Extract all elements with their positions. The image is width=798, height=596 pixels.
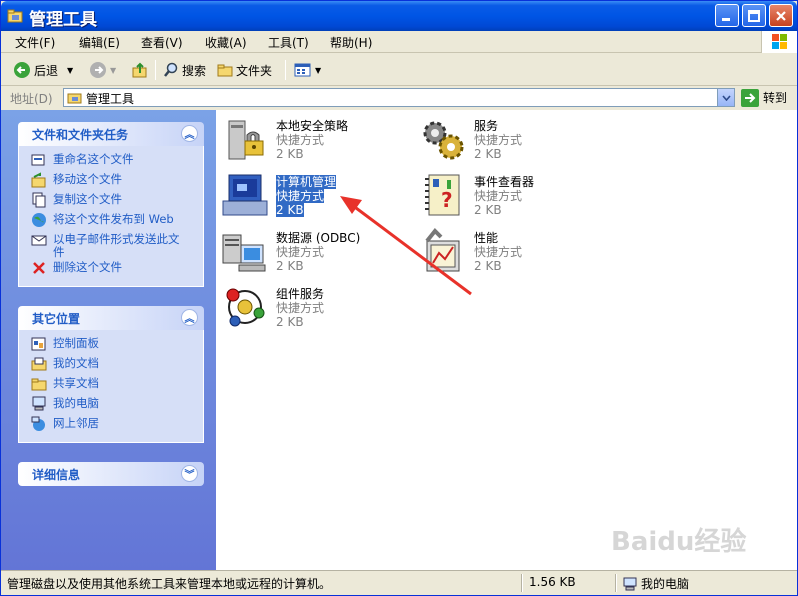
window-title: 管理工具: [29, 10, 97, 30]
my-computer-icon: [32, 396, 46, 411]
search-label: 搜索: [182, 63, 207, 78]
task-publish-web[interactable]: 将这个文件发布到 Web: [19, 212, 203, 232]
address-bar: 地址(D) 管理工具 转到: [1, 87, 797, 109]
folder-tools-icon: [67, 93, 82, 104]
folders-label: 文件夹: [236, 63, 273, 78]
status-zone: 我的电脑: [623, 575, 689, 592]
views-grid-icon: [294, 63, 311, 77]
other-places-title: 其它位置: [32, 312, 81, 326]
address-value: 管理工具: [86, 92, 135, 106]
folder-tools-icon: [7, 9, 23, 23]
status-description: 管理磁盘以及使用其他系统工具来管理本地或远程的计算机。: [7, 577, 332, 591]
status-bar: 管理磁盘以及使用其他系统工具来管理本地或远程的计算机。 1.56 KB 我的电脑: [1, 570, 797, 595]
toolbar: 后退 ▼ ▼ 搜索 文件夹 ▼: [1, 54, 797, 86]
search-icon: [164, 62, 178, 77]
up-folder-button[interactable]: [131, 59, 149, 81]
chevron-down-icon: [721, 94, 731, 101]
place-network[interactable]: 网上邻居: [19, 416, 203, 436]
go-arrow-icon: [741, 88, 759, 107]
copy-icon: [32, 192, 46, 208]
file-list-view[interactable]: 本地安全策略 快捷方式 2 KB 服务 快捷方式 2 KB 计算机管理 快捷方式…: [216, 110, 797, 570]
toolbar-separator: [285, 60, 286, 80]
title-bar[interactable]: 管理工具: [1, 1, 797, 31]
my-computer-icon: [623, 577, 637, 590]
menu-help[interactable]: 帮助(H): [330, 34, 372, 51]
place-shared-documents[interactable]: 共享文档: [19, 376, 203, 396]
file-tasks-header[interactable]: 文件和文件夹任务 ︽: [18, 122, 204, 146]
my-documents-icon: [31, 357, 47, 371]
shared-folder-icon: [31, 378, 47, 391]
minimize-icon: [722, 17, 730, 21]
go-button[interactable]: 转到: [741, 88, 787, 107]
back-label: 后退: [34, 63, 59, 78]
watermark-text: Baidu经验: [611, 527, 747, 557]
file-tasks-title: 文件和文件夹任务: [32, 128, 129, 142]
other-places-header[interactable]: 其它位置 ︽: [18, 306, 204, 330]
toolbar-separator: [155, 60, 156, 80]
menu-favorites[interactable]: 收藏(A): [205, 34, 247, 51]
windows-flag-icon: [772, 34, 787, 49]
rename-icon: [31, 154, 45, 166]
close-button[interactable]: [769, 4, 793, 27]
address-input[interactable]: 管理工具: [63, 88, 735, 107]
views-dropdown-icon: ▼: [315, 65, 322, 75]
back-button[interactable]: 后退 ▼: [13, 59, 73, 81]
status-separator: [615, 574, 617, 592]
task-pane: 文件和文件夹任务 ︽ 重命名这个文件 移动这个文件 复制这个文件 将这个文件发布…: [1, 110, 216, 570]
forward-dropdown-icon[interactable]: ▼: [110, 66, 116, 75]
other-places-panel: 其它位置 ︽ 控制面板 我的文档 共享文档 我的电脑 网上邻居: [18, 306, 204, 443]
views-button[interactable]: ▼: [294, 59, 321, 81]
move-icon: [31, 172, 46, 188]
address-label: 地址(D): [10, 92, 53, 106]
details-header[interactable]: 详细信息 ︾: [18, 462, 204, 486]
expand-down-icon[interactable]: ︾: [181, 465, 198, 482]
task-rename[interactable]: 重命名这个文件: [19, 152, 203, 172]
task-move[interactable]: 移动这个文件: [19, 172, 203, 192]
place-my-documents[interactable]: 我的文档: [19, 356, 203, 376]
forward-button[interactable]: ▼: [89, 59, 116, 81]
task-email[interactable]: 以电子邮件形式发送此文件: [19, 232, 203, 260]
status-separator: [521, 574, 523, 592]
menu-bar: 文件(F) 编辑(E) 查看(V) 收藏(A) 工具(T) 帮助(H): [1, 31, 797, 53]
search-button[interactable]: 搜索: [163, 59, 206, 81]
maximize-button[interactable]: [742, 4, 766, 27]
annotation-arrow: [340, 196, 472, 296]
back-dropdown-icon[interactable]: ▼: [67, 66, 73, 75]
up-folder-icon: [132, 62, 147, 78]
menu-view[interactable]: 查看(V): [141, 34, 183, 51]
folders-button[interactable]: 文件夹: [217, 59, 272, 81]
details-title: 详细信息: [32, 468, 81, 482]
file-tasks-panel: 文件和文件夹任务 ︽ 重命名这个文件 移动这个文件 复制这个文件 将这个文件发布…: [18, 122, 204, 287]
close-icon: [776, 10, 786, 21]
collapse-up-icon[interactable]: ︽: [181, 125, 198, 142]
network-places-icon: [31, 416, 45, 431]
maximize-icon: [748, 9, 760, 22]
place-my-computer[interactable]: 我的电脑: [19, 396, 203, 416]
email-icon: [31, 235, 47, 246]
globe-icon: [32, 213, 46, 227]
minimize-button[interactable]: [715, 4, 739, 27]
menu-tools[interactable]: 工具(T): [268, 34, 309, 51]
menu-file[interactable]: 文件(F): [15, 34, 55, 51]
explorer-window: 管理工具 文件(F) 编辑(E) 查看(V) 收藏(A) 工具(T) 帮助(H)…: [0, 0, 798, 596]
back-arrow-icon: [14, 62, 30, 78]
folder-icon: [217, 64, 233, 77]
status-size: 1.56 KB: [529, 575, 576, 589]
place-control-panel[interactable]: 控制面板: [19, 336, 203, 356]
delete-x-icon: [33, 262, 45, 274]
control-panel-icon: [31, 337, 46, 351]
task-copy[interactable]: 复制这个文件: [19, 192, 203, 212]
collapse-up-icon[interactable]: ︽: [181, 309, 198, 326]
forward-arrow-icon: [90, 62, 106, 78]
go-label: 转到: [763, 91, 788, 105]
menu-edit[interactable]: 编辑(E): [79, 34, 120, 51]
windows-logo: [761, 31, 797, 53]
task-delete[interactable]: 删除这个文件: [19, 260, 203, 280]
details-panel: 详细信息 ︾: [18, 462, 204, 486]
address-dropdown-button[interactable]: [717, 89, 734, 106]
